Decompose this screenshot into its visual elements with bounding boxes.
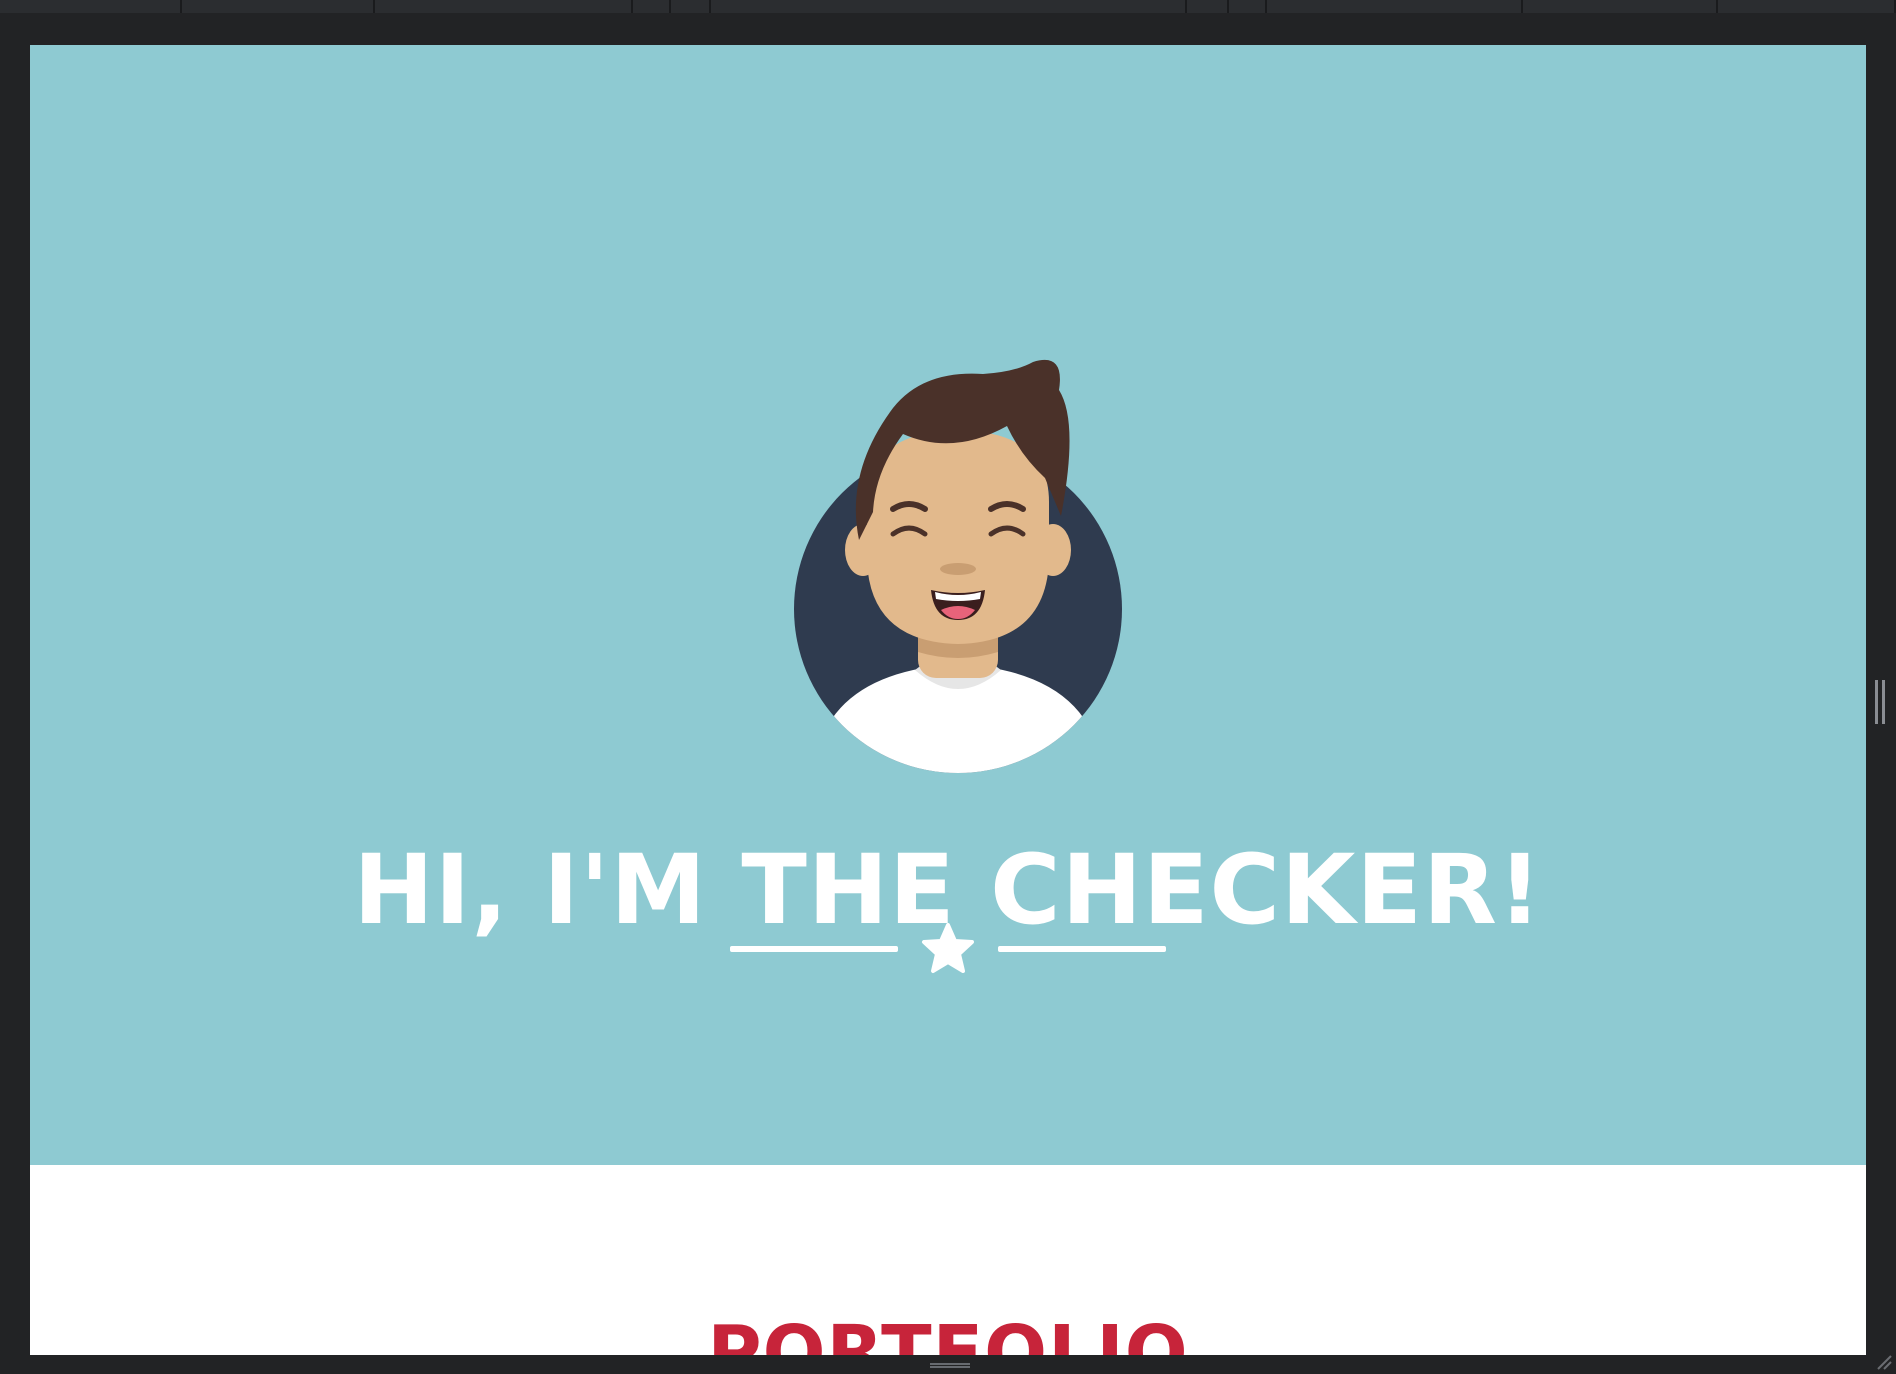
toolbar-segment [1187, 0, 1229, 13]
divider-line-left [730, 946, 898, 952]
hero-section: HI, I'M THE CHECKER! [30, 45, 1866, 1165]
bottom-drag-handle[interactable] [930, 1363, 970, 1368]
star-divider [730, 922, 1166, 982]
toolbar-segment [671, 0, 711, 13]
toolbar-segment [182, 0, 375, 13]
toolbar-segment [1718, 0, 1896, 13]
toolbar-segment [1523, 0, 1718, 13]
window-top-toolbar [0, 0, 1896, 13]
toolbar-segment [375, 0, 633, 13]
divider-line-right [998, 946, 1166, 952]
toolbar-segment [1229, 0, 1267, 13]
toolbar-segment [633, 0, 671, 13]
avatar-icon [794, 359, 1122, 773]
toolbar-segment [711, 0, 1187, 13]
resize-grip-icon[interactable] [1874, 1352, 1892, 1370]
toolbar-segment [1267, 0, 1523, 13]
page-viewport: HI, I'M THE CHECKER! PORTFOLIO [30, 45, 1866, 1355]
toolbar-segment [0, 0, 182, 13]
star-icon [922, 923, 974, 973]
portfolio-title: PORTFOLIO [707, 1310, 1189, 1355]
splitter-handle[interactable] [1875, 680, 1885, 724]
window-bottom-bar [0, 1355, 1896, 1374]
